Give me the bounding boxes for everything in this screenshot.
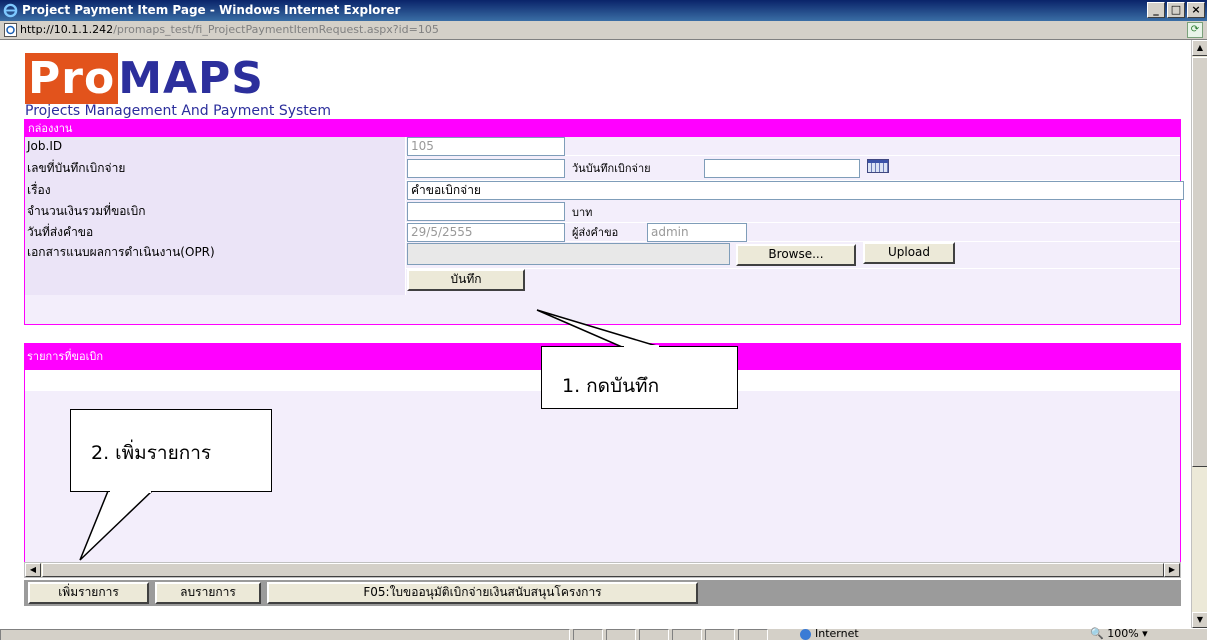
callout-two-joint: [110, 490, 151, 493]
page-icon: [4, 23, 17, 37]
zone-label: Internet: [815, 627, 859, 640]
zoom-label: 100%: [1107, 627, 1139, 640]
url-path: /promaps_test/fi_ProjectPaymentItemReque…: [113, 23, 439, 36]
amount-label: จำนวนเงินรวมที่ขอเบิก: [25, 200, 406, 223]
status-text-pane: [0, 629, 570, 640]
logo-pro: Pro: [25, 53, 119, 104]
zoom-level[interactable]: 🔍 100% ▾: [1090, 627, 1148, 640]
logo-maps: MAPS: [118, 53, 264, 104]
status-pane: [672, 629, 702, 640]
save-button[interactable]: บันทึก: [407, 269, 525, 291]
status-pane: [639, 629, 669, 640]
record-no-label: เลขที่บันทึกเบิกจ่าย: [25, 156, 406, 181]
internet-explorer-icon: [3, 3, 18, 18]
scroll-left-icon[interactable]: ◀: [25, 563, 41, 577]
save-row-label: [25, 269, 406, 295]
vertical-scrollbar[interactable]: ▲ ▼: [1191, 40, 1207, 628]
upload-button[interactable]: Upload: [863, 242, 955, 264]
opr-file-field[interactable]: [407, 243, 730, 265]
amount-unit: บาท: [572, 206, 593, 219]
callout-two-text: 2. เพิ่มรายการ: [91, 442, 212, 464]
subject-label: เรื่อง: [25, 181, 406, 200]
add-item-button[interactable]: เพิ่มรายการ: [28, 582, 149, 604]
maximize-button[interactable]: □: [1167, 2, 1185, 18]
save-row: บันทึก: [25, 269, 1180, 295]
status-pane: [705, 629, 735, 640]
callout-one-joint: [624, 345, 659, 348]
browse-button[interactable]: Browse...: [736, 244, 856, 266]
job-id-label: Job.ID: [25, 137, 406, 156]
window-title-bar: Project Payment Item Page - Windows Inte…: [0, 0, 1207, 21]
opr-row: เอกสารแนบผลการดำเนินงาน(OPR) Browse... U…: [25, 242, 1180, 269]
submit-date-label: วันที่ส่งคำขอ: [25, 223, 406, 242]
job-id-field[interactable]: 105: [407, 137, 565, 156]
minimize-button[interactable]: _: [1147, 2, 1165, 18]
security-zone[interactable]: Internet: [800, 627, 859, 640]
address-bar[interactable]: http://10.1.1.242/promaps_test/fi_Projec…: [0, 21, 1207, 40]
f05-form-button[interactable]: F05:ใบขออนุมัติเบิกจ่ายเงินสนับสนุนโครงก…: [267, 582, 698, 604]
calendar-icon[interactable]: [867, 159, 889, 173]
subject-field[interactable]: คำขอเบิกจ่าย: [407, 181, 1184, 200]
url-text[interactable]: http://10.1.1.242/promaps_test/fi_Projec…: [20, 23, 439, 37]
list-action-bar: เพิ่มรายการ ลบรายการ F05:ใบขออนุมัติเบิก…: [24, 580, 1181, 606]
horizontal-scroll-thumb[interactable]: [42, 563, 1164, 577]
status-pane: [606, 629, 636, 640]
submitter-label: ผู้ส่งคำขอ: [572, 226, 619, 239]
url-host: http://10.1.1.242: [20, 23, 114, 36]
delete-item-button[interactable]: ลบรายการ: [155, 582, 261, 604]
submitter-field[interactable]: admin: [647, 223, 747, 242]
scroll-up-icon[interactable]: ▲: [1192, 40, 1207, 56]
globe-icon: [800, 628, 811, 640]
status-bar: Internet 🔍 100% ▾: [0, 627, 1207, 640]
status-pane: [738, 629, 768, 640]
subject-row: เรื่อง คำขอเบิกจ่าย: [25, 181, 1184, 200]
horizontal-scrollbar[interactable]: ◀ ▶: [24, 562, 1181, 578]
amount-row: จำนวนเงินรวมที่ขอเบิก บาท: [25, 200, 1180, 223]
status-pane: [573, 629, 603, 640]
record-date-field[interactable]: [704, 159, 860, 178]
submit-date-field[interactable]: 29/5/2555: [407, 223, 565, 242]
callout-two-box: 2. เพิ่มรายการ: [70, 409, 272, 492]
record-no-row: เลขที่บันทึกเบิกจ่าย วันบันทึกเบิกจ่าย: [25, 156, 1180, 181]
compatibility-view-icon[interactable]: ⟳: [1187, 22, 1203, 38]
record-date-label: วันบันทึกเบิกจ่าย: [572, 162, 651, 175]
job-id-row: Job.ID 105: [25, 137, 1180, 156]
vertical-scroll-thumb[interactable]: [1192, 57, 1207, 467]
job-form-header: กล่องงาน: [25, 120, 1180, 137]
submit-date-row: วันที่ส่งคำขอ 29/5/2555 ผู้ส่งคำขอ admin: [25, 223, 1180, 242]
callout-one-box: 1. กดบันทึก: [541, 346, 738, 409]
promaps-logo: ProMAPS: [25, 53, 264, 104]
scroll-down-icon[interactable]: ▼: [1192, 612, 1207, 628]
logo-subtitle: Projects Management And Payment System: [25, 103, 332, 119]
opr-label: เอกสารแนบผลการดำเนินงาน(OPR): [25, 242, 406, 269]
close-button[interactable]: ×: [1187, 2, 1205, 18]
window-title: Project Payment Item Page - Windows Inte…: [22, 3, 401, 17]
amount-field[interactable]: [407, 202, 565, 221]
callout-one-text: 1. กดบันทึก: [562, 375, 660, 397]
scroll-right-icon[interactable]: ▶: [1164, 563, 1180, 577]
job-form-panel: กล่องงาน Job.ID 105 เลขที่บันทึกเบิกจ่าย…: [24, 119, 1184, 325]
record-no-field[interactable]: [407, 159, 565, 178]
